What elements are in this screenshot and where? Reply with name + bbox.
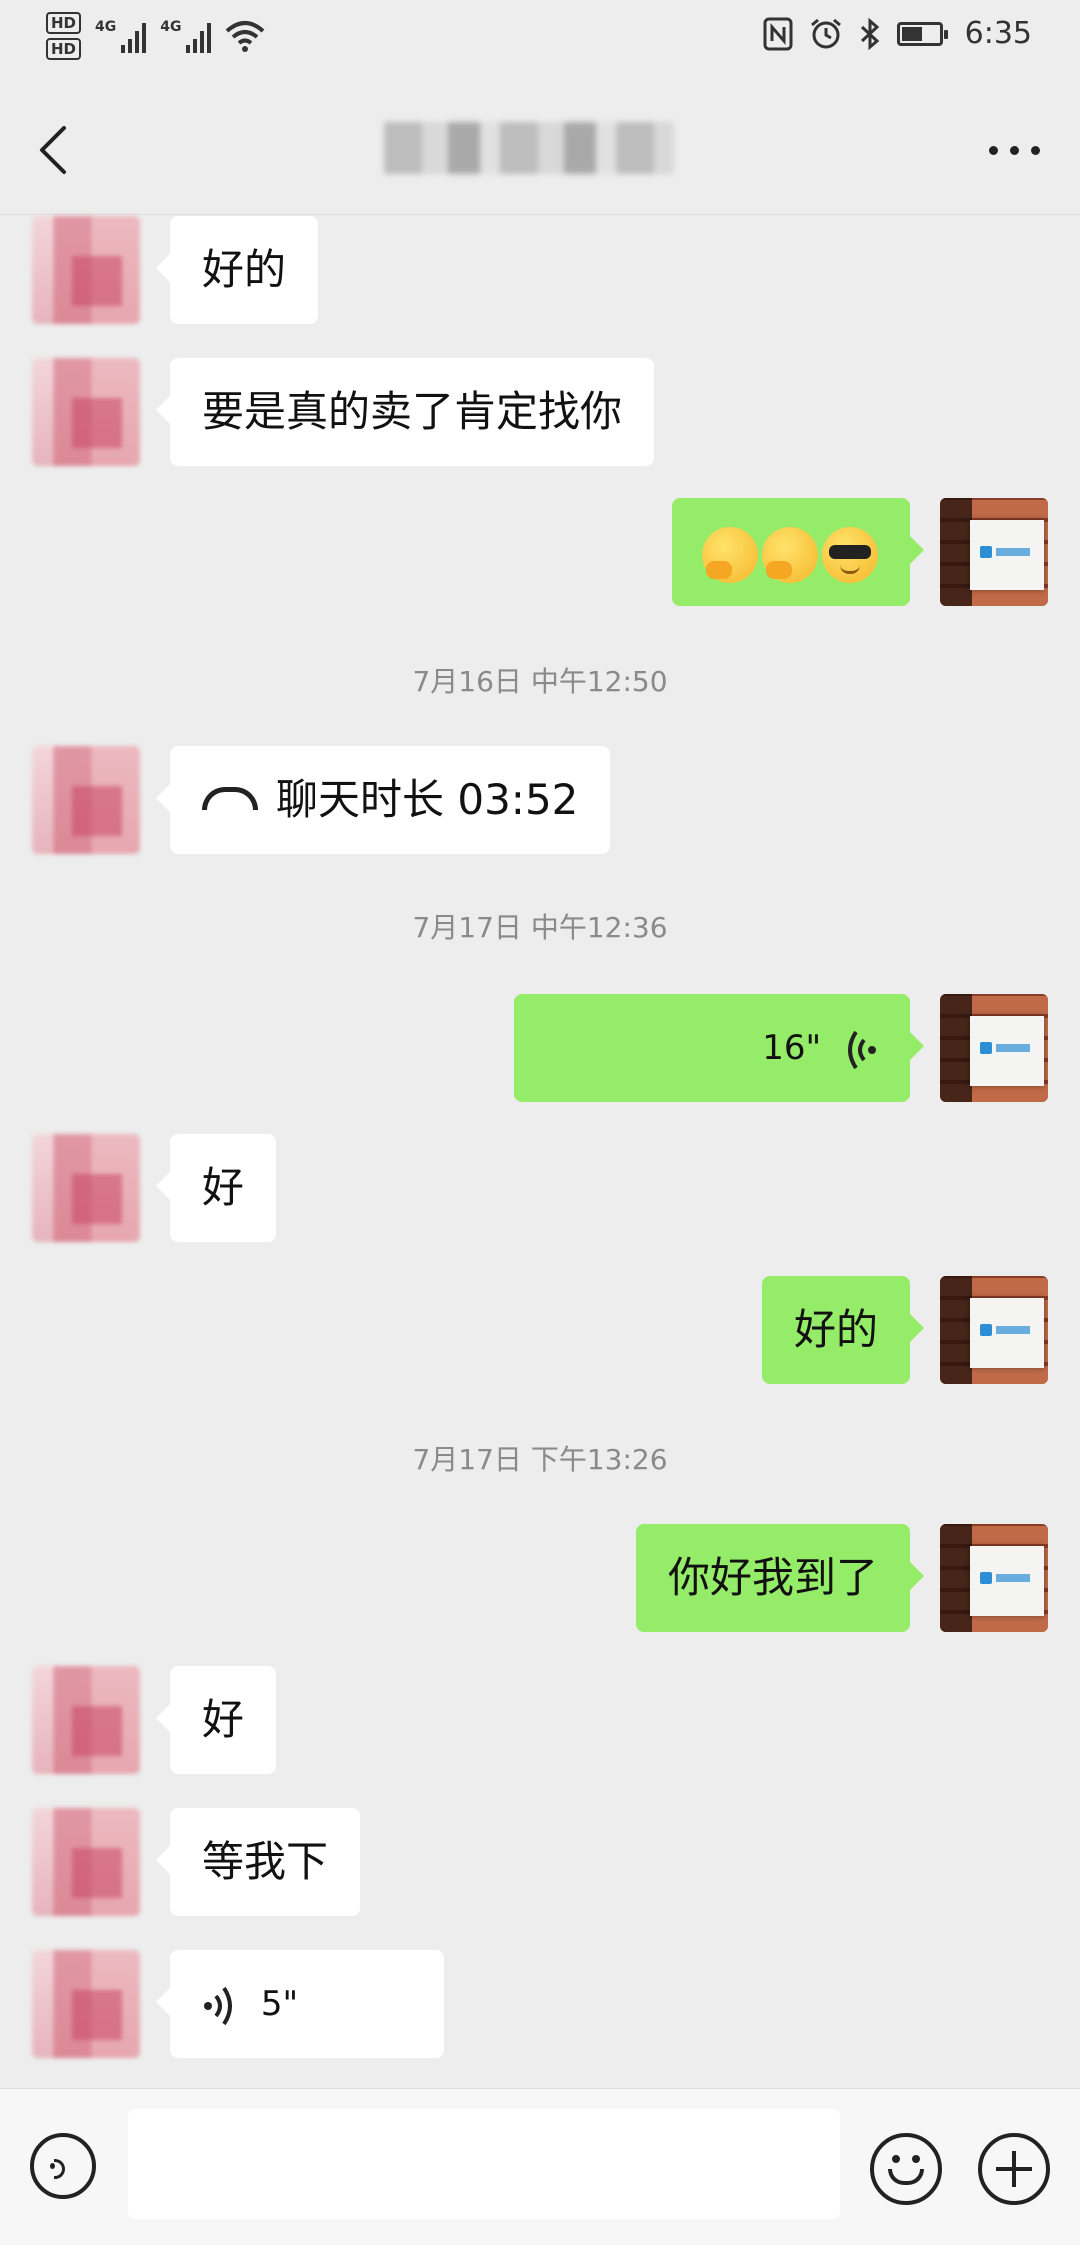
message-item: 你好我到了 [0,1524,1080,1632]
hd-indicators: HD HD [46,12,82,60]
call-duration: 聊天时长 03:52 [276,775,579,824]
message-item: 好的 [0,216,1080,324]
thinking-face-icon [762,526,818,583]
voice-message-bubble[interactable]: 16" [514,994,924,1102]
message-bubble[interactable]: 好的 [155,216,319,324]
voice-input-toggle-icon[interactable] [30,2133,96,2199]
status-time: 6:35 [964,16,1032,51]
status-bar: HD HD 4G 4G 6:35 [0,0,1080,86]
alarm-icon [810,18,841,48]
message-item: 5" [0,1950,1080,2058]
bluetooth-icon [860,17,879,50]
input-bar [0,2088,1080,2245]
network-type-2: 4G [160,19,182,35]
message-item: 好的 [0,1276,1080,1384]
my-avatar[interactable] [940,994,1048,1102]
contact-name-blurred [384,122,674,174]
status-right: 6:35 [763,16,1032,51]
chat-header [0,86,1080,215]
voice-wave-icon [204,1986,232,2025]
cool-face-icon [822,526,878,583]
message-timestamp: 7月17日 下午13:26 [412,1443,668,1476]
my-avatar[interactable] [940,1524,1048,1632]
message-item: 要是真的卖了肯定找你 [0,358,1080,466]
back-arrow-icon[interactable] [34,122,74,178]
contact-avatar[interactable] [32,216,140,324]
hd-badge-1: HD [46,12,82,34]
message-item: 聊天时长 03:52 [0,746,1080,854]
signal-icon-2: 4G [160,19,212,53]
voice-duration: 16" [762,1028,822,1068]
hd-badge-2: HD [46,38,82,60]
my-avatar[interactable] [940,498,1048,606]
contact-avatar[interactable] [32,358,140,466]
battery-level [901,26,922,41]
status-left: HD HD 4G 4G [46,12,265,60]
message-bubble[interactable]: 你好我到了 [635,1524,925,1632]
more-options-icon[interactable] [989,146,1040,155]
contact-avatar[interactable] [32,1808,140,1916]
emoji-picker-icon[interactable] [870,2133,942,2205]
message-input[interactable] [128,2109,840,2219]
contact-avatar[interactable] [32,746,140,854]
my-avatar[interactable] [940,1276,1048,1384]
voice-message-bubble[interactable]: 5" [156,1950,444,2058]
message-bubble[interactable]: 好 [155,1134,277,1242]
call-record-bubble[interactable]: 聊天时长 03:52 [155,746,611,854]
voice-duration: 5" [260,1984,299,2024]
signal-icon-1: 4G [95,19,147,53]
more-actions-plus-icon[interactable] [978,2133,1050,2205]
message-timestamp: 7月16日 中午12:50 [412,665,668,698]
voice-wave-icon [848,1030,876,1069]
message-item: 16" [0,994,1080,1102]
message-item: 好 [0,1666,1080,1774]
network-type-1: 4G [95,19,117,35]
contact-avatar[interactable] [32,1666,140,1774]
message-bubble[interactable]: 好 [155,1666,277,1774]
wifi-icon [226,21,265,52]
message-item: 好 [0,1134,1080,1242]
message-bubble[interactable]: 等我下 [155,1808,361,1916]
message-timestamp: 7月17日 中午12:36 [412,911,668,944]
message-item: 等我下 [0,1808,1080,1916]
battery-icon [896,21,948,46]
message-bubble[interactable]: 要是真的卖了肯定找你 [155,358,655,466]
contact-avatar[interactable] [32,1134,140,1242]
emoji-message-bubble[interactable] [672,498,924,606]
nfc-icon [763,17,793,50]
phone-hangup-icon [202,787,258,810]
message-bubble[interactable]: 好的 [761,1276,925,1384]
message-item [0,498,1080,606]
thinking-face-icon [702,526,758,583]
contact-avatar[interactable] [32,1950,140,2058]
